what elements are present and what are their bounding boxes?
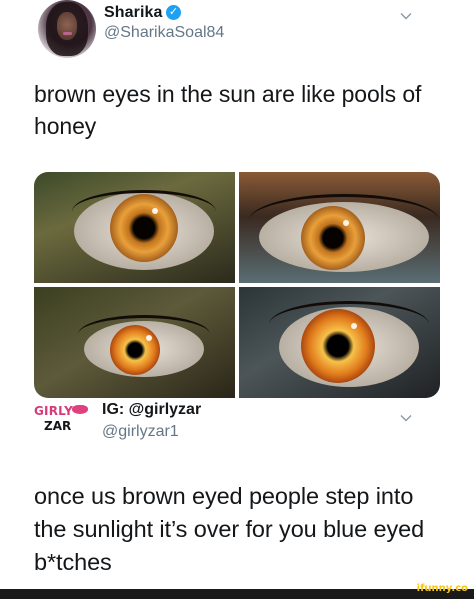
chevron-down-icon[interactable]: [400, 10, 412, 22]
watermark: ifunny.co: [416, 583, 468, 594]
image-grid[interactable]: [34, 172, 440, 398]
tweet-text: brown eyes in the sun are like pools of …: [34, 81, 422, 139]
footer-bar: [0, 589, 474, 599]
author-name[interactable]: Sharika: [104, 4, 163, 22]
eye-photo-1[interactable]: [34, 172, 235, 283]
verified-badge-icon: ✓: [166, 5, 181, 20]
avatar[interactable]: [38, 0, 96, 58]
tweet-text: once us brown eyed people step into the …: [34, 483, 425, 575]
author-handle[interactable]: @SharikaSoal84: [104, 24, 224, 42]
tweet-2: once us brown eyed people step into the …: [0, 382, 474, 589]
tweet-1: Sharika ✓ @SharikaSoal84 brown eyes in t…: [0, 0, 474, 398]
eye-photo-2[interactable]: [239, 172, 440, 283]
